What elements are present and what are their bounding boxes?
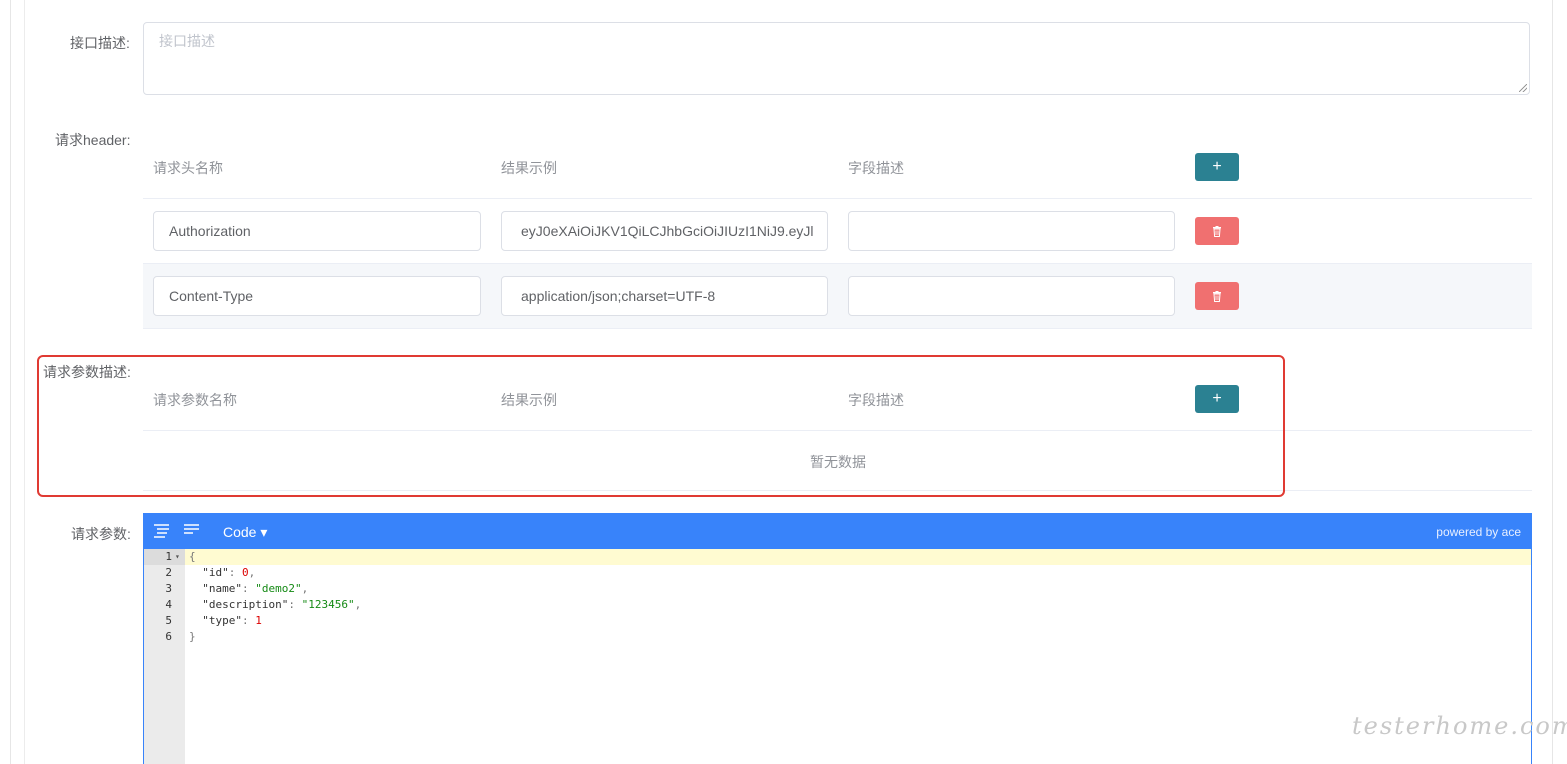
line-number: 1 (165, 550, 172, 563)
header-name-input[interactable]: Content-Type (153, 276, 481, 316)
delete-header-button[interactable] (1195, 282, 1239, 310)
powered-by-link[interactable]: powered by ace (1436, 525, 1521, 539)
trash-icon (1213, 290, 1221, 302)
fold-icon[interactable]: ▾ (175, 549, 180, 565)
code-line: { (189, 550, 196, 563)
mode-dropdown[interactable]: Code ▾ (223, 524, 267, 541)
desc-placeholder: 接口描述 (159, 33, 215, 49)
line-number: 4 (165, 598, 172, 611)
header-desc-input[interactable] (848, 276, 1175, 316)
frame-border-left (10, 0, 11, 764)
header-name-input[interactable]: Authorization (153, 211, 481, 251)
watermark-text: testerhome.com (1352, 712, 1567, 740)
header-label: 请求header: (55, 132, 131, 148)
header-desc-input[interactable] (848, 211, 1175, 251)
header-col-desc: 字段描述 (848, 160, 904, 176)
delete-header-button[interactable] (1195, 217, 1239, 245)
header-example-input[interactable]: eyJ0eXAiOiJKV1QiLCJhbGciOiJIUzI1NiJ9.eyJ… (501, 211, 828, 251)
code-line: } (189, 630, 196, 643)
frame-border-inner (24, 0, 25, 764)
active-line (185, 549, 1531, 565)
header-col-name: 请求头名称 (153, 160, 223, 176)
plus-icon: + (1212, 158, 1222, 175)
desc-label: 接口描述: (70, 35, 130, 51)
code-line: "id": 0, (202, 566, 256, 579)
compact-icon[interactable] (183, 523, 200, 537)
line-number: 5 (165, 614, 172, 627)
line-number: 3 (165, 582, 172, 595)
header-col-example: 结果示例 (501, 160, 557, 176)
code-line: "name": "demo2", (202, 582, 309, 595)
trash-icon (1213, 225, 1221, 237)
divider (143, 328, 1532, 329)
add-header-button[interactable]: + (1195, 153, 1239, 181)
params-label: 请求参数: (71, 526, 131, 542)
code-line: "type": 1 (202, 614, 262, 627)
line-number: 6 (165, 630, 172, 643)
frame-border-right (1552, 0, 1553, 764)
divider (143, 198, 1532, 199)
highlight-box (37, 355, 1285, 497)
editor-menubar: Code ▾ powered by ace (144, 514, 1531, 549)
json-editor[interactable]: Code ▾ powered by ace ▾ 1 {2 "id": 0, 3 "n… (143, 513, 1532, 764)
format-icon[interactable] (153, 523, 170, 539)
resize-handle[interactable] (1519, 84, 1527, 92)
code-line: "description": "123456", (202, 598, 362, 611)
line-number: 2 (165, 566, 172, 579)
desc-textarea[interactable]: 接口描述 (143, 22, 1530, 95)
header-example-input[interactable]: application/json;charset=UTF-8 (501, 276, 828, 316)
